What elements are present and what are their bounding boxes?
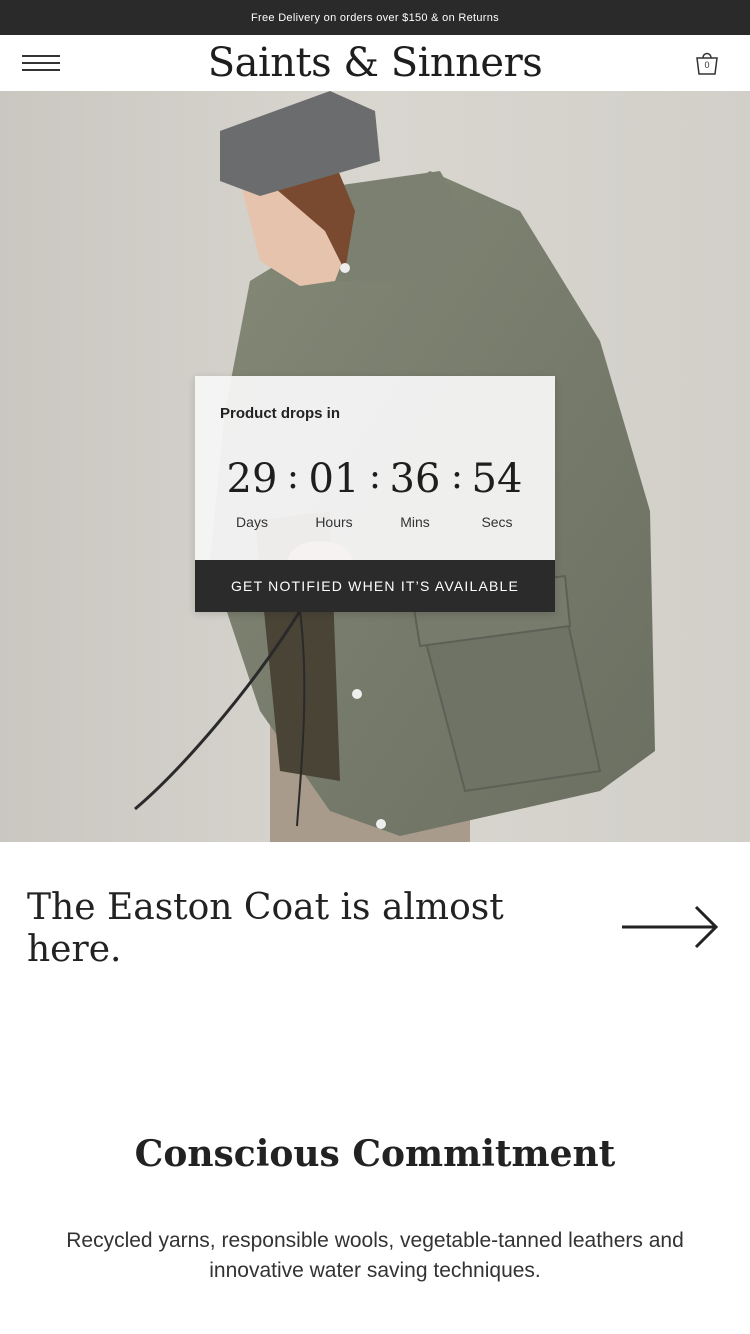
site-header: Saints & Sinners 0 [0,35,750,91]
hero-banner: Product drops in 29 : 01 : 36 : 54 Days … [0,91,750,842]
countdown-secs-label: Secs [481,514,513,530]
countdown-secs: 54 [471,456,523,502]
promo-arrow-button[interactable] [620,902,722,952]
countdown-title: Product drops in [220,405,340,422]
countdown-digits: 29 : 01 : 36 : 54 [195,454,555,504]
commitment-title: Conscious Commitment [134,1133,616,1175]
get-notified-button[interactable]: GET NOTIFIED WHEN IT’S AVAILABLE [195,560,555,612]
arrow-right-icon [622,905,719,949]
commitment-body: Recycled yarns, responsible wools, veget… [66,1229,684,1282]
cart-count: 0 [704,60,710,70]
countdown-hours-label: Hours [315,514,353,530]
countdown-mins: 36 [389,456,441,502]
countdown-hours: 01 [308,456,360,502]
announcement-text: Free Delivery on orders over $150 & on R… [251,11,499,24]
brand-logo[interactable]: Saints & Sinners [208,40,543,86]
hamburger-menu-icon[interactable] [22,55,60,71]
countdown-days-label: Days [236,514,268,530]
promo-headline[interactable]: The Easton Coat is almost here. [27,887,547,971]
cart-button[interactable]: 0 [694,49,720,77]
countdown-card: Product drops in 29 : 01 : 36 : 54 Days … [195,376,555,612]
announcement-bar: Free Delivery on orders over $150 & on R… [0,0,750,35]
promo-section: The Easton Coat is almost here. [0,842,750,1022]
countdown-mins-label: Mins [400,514,430,530]
countdown-days: 29 [226,456,278,502]
